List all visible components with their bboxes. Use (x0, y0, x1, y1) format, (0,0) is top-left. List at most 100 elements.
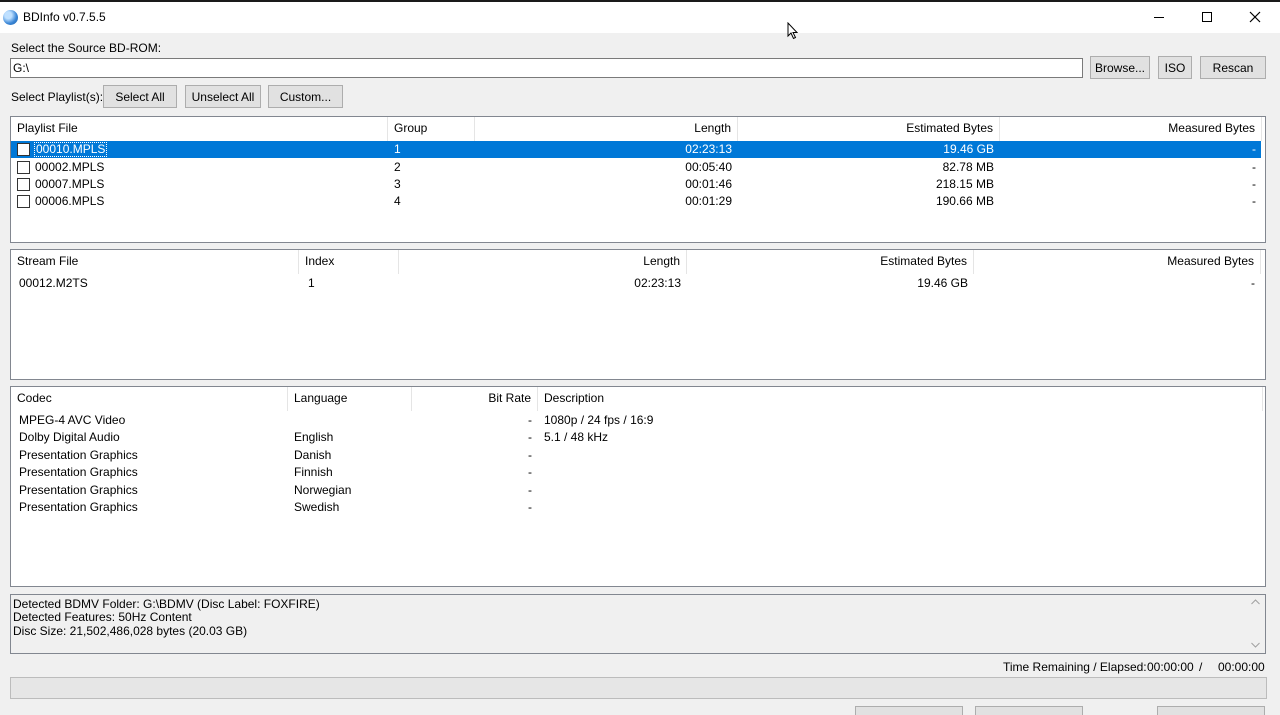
info-scrollbar[interactable] (1247, 596, 1264, 652)
col-estimated-bytes[interactable]: Estimated Bytes (687, 250, 974, 274)
col-codec[interactable]: Codec (11, 387, 288, 411)
bdinfo-app-icon (3, 10, 18, 25)
playlist-file: 00007.MPLS (35, 177, 105, 191)
playlist-checkbox[interactable] (17, 143, 30, 156)
playlist-group: 1 (394, 142, 401, 156)
codec-language: Norwegian (294, 483, 352, 497)
col-stream-file[interactable]: Stream File (11, 250, 299, 274)
stream-row[interactable]: 00012.M2TS 1 02:23:13 19.46 GB - (11, 275, 1265, 292)
codec-row[interactable]: Presentation Graphics Finnish - (11, 464, 1265, 481)
codec-bitrate: - (528, 448, 532, 462)
codec-bitrate: - (528, 430, 532, 444)
playlist-checkbox[interactable] (17, 195, 30, 208)
playlist-checkbox[interactable] (17, 178, 30, 191)
col-measured-bytes[interactable]: Measured Bytes (1000, 117, 1262, 141)
codec-name: Dolby Digital Audio (19, 430, 120, 444)
codec-row[interactable]: MPEG-4 AVC Video - 1080p / 24 fps / 16:9 (11, 412, 1265, 429)
playlist-row[interactable]: 00010.MPLS 1 02:23:13 19.46 GB - (11, 141, 1261, 158)
codec-name: Presentation Graphics (19, 448, 138, 462)
codec-row[interactable]: Dolby Digital Audio English - 5.1 / 48 k… (11, 429, 1265, 446)
playlist-file: 00010.MPLS (34, 142, 108, 157)
select-all-button[interactable]: Select All (103, 85, 177, 108)
playlist-group: 4 (394, 194, 401, 208)
col-index[interactable]: Index (299, 250, 399, 274)
playlist-file: 00002.MPLS (35, 160, 105, 174)
col-bit-rate[interactable]: Bit Rate (412, 387, 538, 411)
close-icon (1249, 11, 1261, 23)
settings-button[interactable] (1157, 706, 1265, 715)
info-line: Detected Features: 50Hz Content (13, 610, 192, 624)
codec-description: 1080p / 24 fps / 16:9 (544, 413, 654, 427)
stream-measured: - (1251, 276, 1255, 290)
codec-list[interactable]: Codec Language Bit Rate Description MPEG… (10, 386, 1266, 587)
stream-file: 00012.M2TS (19, 276, 88, 290)
window-title: BDInfo v0.7.5.5 (23, 10, 106, 24)
time-elapsed-value: 00:00:00 (1218, 660, 1265, 674)
custom-button[interactable]: Custom... (268, 85, 343, 108)
playlist-estimated: 218.15 MB (935, 177, 994, 191)
col-measured-bytes[interactable]: Measured Bytes (974, 250, 1261, 274)
mouse-cursor-icon (787, 22, 799, 40)
codec-name: Presentation Graphics (19, 500, 138, 514)
stream-length: 02:23:13 (634, 276, 681, 290)
codec-row[interactable]: Presentation Graphics Norwegian - (11, 482, 1265, 499)
time-remaining-value: 00:00:00 (1147, 660, 1194, 674)
minimize-button[interactable] (1136, 2, 1182, 32)
playlist-estimated: 19.46 GB (943, 142, 994, 156)
scan-playlists-button[interactable] (855, 706, 963, 715)
col-description[interactable]: Description (538, 387, 1263, 411)
iso-button[interactable]: ISO (1158, 56, 1192, 79)
playlist-estimated: 190.66 MB (935, 194, 994, 208)
scan-progress-bar (10, 677, 1267, 699)
stream-estimated: 19.46 GB (917, 276, 968, 290)
codec-language: English (294, 430, 334, 444)
maximize-icon (1202, 12, 1212, 22)
playlist-row[interactable]: 00007.MPLS 3 00:01:46 218.15 MB - (11, 176, 1265, 193)
disc-info-textarea[interactable]: Detected BDMV Folder: G:\BDMV (Disc Labe… (10, 594, 1266, 654)
codec-language: Danish (294, 448, 332, 462)
codec-description: 5.1 / 48 kHz (544, 430, 609, 444)
view-report-button[interactable] (975, 706, 1083, 715)
scroll-down-icon[interactable] (1251, 642, 1260, 648)
col-playlist-file[interactable]: Playlist File (11, 117, 388, 141)
playlist-group: 3 (394, 177, 401, 191)
source-path-input[interactable]: G:\ (10, 58, 1083, 78)
codec-bitrate: - (528, 483, 532, 497)
close-button[interactable] (1232, 2, 1278, 32)
scroll-up-icon[interactable] (1251, 599, 1260, 605)
maximize-button[interactable] (1184, 2, 1230, 32)
codec-name: MPEG-4 AVC Video (19, 413, 126, 427)
playlist-checkbox[interactable] (17, 161, 30, 174)
playlist-measured: - (1252, 177, 1256, 191)
browse-button[interactable]: Browse... (1090, 56, 1150, 79)
source-label: Select the Source BD-ROM: (11, 41, 162, 55)
codec-name: Presentation Graphics (19, 465, 138, 479)
stream-list[interactable]: Stream File Index Length Estimated Bytes… (10, 249, 1266, 380)
col-group[interactable]: Group (388, 117, 475, 141)
playlist-list[interactable]: Playlist File Group Length Estimated Byt… (10, 116, 1266, 243)
codec-bitrate: - (528, 465, 532, 479)
rescan-button[interactable]: Rescan (1200, 56, 1266, 79)
time-separator: / (1199, 660, 1203, 674)
minimize-icon (1154, 17, 1164, 18)
col-length[interactable]: Length (475, 117, 738, 141)
playlist-measured: - (1252, 194, 1256, 208)
col-language[interactable]: Language (288, 387, 412, 411)
codec-row[interactable]: Presentation Graphics Swedish - (11, 499, 1265, 516)
select-playlists-label: Select Playlist(s): (11, 90, 104, 104)
playlist-file: 00006.MPLS (35, 194, 105, 208)
codec-bitrate: - (528, 413, 532, 427)
stream-index: 1 (308, 276, 315, 290)
playlist-measured: - (1252, 142, 1256, 156)
playlist-group: 2 (394, 160, 401, 174)
playlist-row[interactable]: 00006.MPLS 4 00:01:29 190.66 MB - (11, 193, 1265, 210)
info-line: Disc Size: 21,502,486,028 bytes (20.03 G… (13, 624, 248, 638)
col-length[interactable]: Length (399, 250, 687, 274)
codec-language: Swedish (294, 500, 340, 514)
codec-row[interactable]: Presentation Graphics Danish - (11, 447, 1265, 464)
playlist-row[interactable]: 00002.MPLS 2 00:05:40 82.78 MB - (11, 159, 1265, 176)
unselect-all-button[interactable]: Unselect All (185, 85, 261, 108)
codec-name: Presentation Graphics (19, 483, 138, 497)
col-estimated-bytes[interactable]: Estimated Bytes (738, 117, 1000, 141)
playlist-length: 00:01:29 (685, 194, 732, 208)
